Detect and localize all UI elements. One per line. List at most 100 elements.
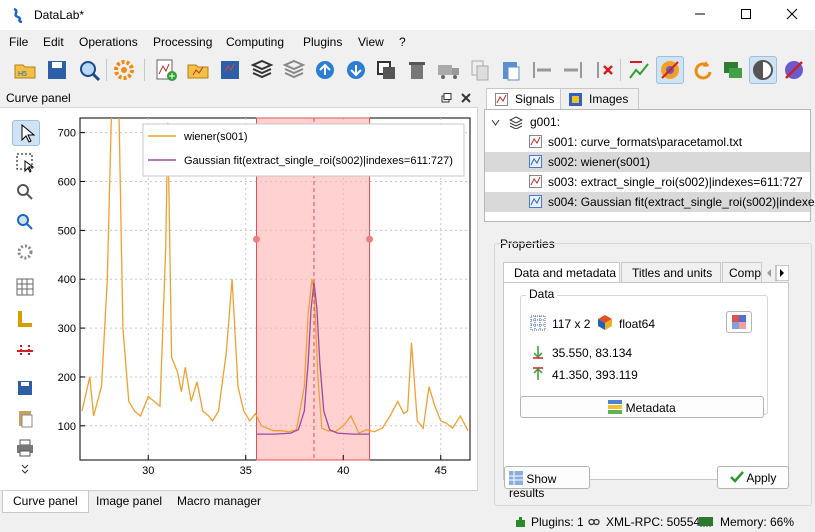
show-results-button[interactable]: Show results: [504, 466, 590, 500]
roi-handle-right[interactable]: [366, 235, 374, 243]
tab-scroll-arrows[interactable]: [763, 265, 789, 281]
refresh-button[interactable]: [688, 56, 716, 84]
plot-area[interactable]: 30 35 40 45 100 200 300 400 500 600 700 wiener(s00…: [48, 110, 474, 488]
tab-data-metadata[interactable]: Data and metadata: [503, 262, 620, 283]
tree-item-s001[interactable]: s001: curve_formats\paracetamol.txt: [485, 132, 810, 152]
tab-macro-manager[interactable]: Macro manager: [167, 491, 271, 513]
array-shape-icon: [530, 315, 546, 331]
import-layers-button[interactable]: [248, 56, 276, 84]
label-icon: [724, 62, 742, 78]
menu-help[interactable]: ?: [399, 35, 406, 49]
print-button[interactable]: [12, 436, 40, 462]
min-value: 35.550, 83.134: [552, 346, 633, 360]
apply-button[interactable]: Apply: [717, 466, 789, 489]
tree-item-s004[interactable]: s004: Gaussian fit(extract_single_roi(s0…: [485, 192, 815, 212]
magnifier-icon: [80, 61, 101, 82]
zoom-fit-button[interactable]: [12, 210, 40, 236]
grid-button[interactable]: [12, 275, 40, 301]
metadata-icon: [608, 400, 623, 414]
tree-item-s003[interactable]: s003: extract_single_roi(s002)|indexes=6…: [485, 172, 810, 192]
tab-titles-units-label: Titles and units: [632, 266, 713, 280]
save-plot-button[interactable]: [12, 376, 40, 402]
new-signal-button[interactable]: [152, 56, 180, 84]
tab-titles-units[interactable]: Titles and units: [621, 262, 721, 283]
delete-button[interactable]: [403, 56, 431, 84]
move-up-button[interactable]: [311, 56, 339, 84]
menu-plugins[interactable]: Plugins: [303, 35, 342, 49]
signal-tree[interactable]: g001: s001: curve_formats\paracetamol.tx…: [484, 109, 815, 222]
auto-refresh-toggle[interactable]: [656, 56, 684, 84]
save-signal-button[interactable]: [216, 56, 244, 84]
tab-curve-panel[interactable]: Curve panel: [2, 491, 89, 513]
open-h5-button[interactable]: H5: [11, 56, 39, 84]
select-tool-button[interactable]: [12, 120, 40, 146]
remove-results-button[interactable]: [780, 56, 808, 84]
tab-computing-label: Compu: [729, 266, 762, 280]
browse-h5-button[interactable]: [75, 56, 103, 84]
copy-titles-button[interactable]: [528, 56, 556, 84]
results-table-icon: [509, 471, 523, 485]
close-button[interactable]: [769, 0, 815, 30]
save-h5-button[interactable]: [43, 56, 71, 84]
arrow-up-icon: [316, 61, 334, 79]
tab-image-panel[interactable]: Image panel: [86, 491, 172, 513]
max-value: 41.350, 393.119: [552, 368, 638, 382]
copy-metadata-button[interactable]: [466, 56, 494, 84]
more-tools-button[interactable]: [12, 462, 40, 478]
layers-icon: [250, 59, 274, 79]
paste-titles-button[interactable]: [559, 56, 587, 84]
zoom-tool-button[interactable]: [12, 180, 40, 206]
save-signal-icon: [221, 61, 239, 79]
menu-edit[interactable]: Edit: [43, 35, 64, 49]
settings-button[interactable]: [110, 56, 138, 84]
paste-metadata-button[interactable]: [497, 56, 525, 84]
menu-file[interactable]: File: [9, 35, 28, 49]
menu-computing[interactable]: Computing: [226, 35, 284, 49]
link-icon: [588, 518, 600, 526]
no-results-icon: [785, 61, 803, 79]
chevron-down-icon: [21, 464, 29, 474]
memory-status: Memory: 66%: [720, 515, 795, 529]
tree-item-s002[interactable]: s002: wiener(s001): [485, 152, 810, 172]
menu-operations[interactable]: Operations: [79, 35, 138, 49]
tab-computing[interactable]: Compu: [722, 262, 762, 283]
show-first-only-toggle[interactable]: [749, 56, 777, 84]
transfer-button[interactable]: [435, 56, 463, 84]
curve-panel-header: Curve panel: [0, 88, 478, 108]
delete-titles-button[interactable]: [590, 56, 618, 84]
maximize-icon: [741, 9, 751, 19]
properties-panel: Data and metadata Titles and units Compu…: [494, 243, 812, 506]
maximize-button[interactable]: [723, 0, 769, 30]
cursor-tool-button[interactable]: [12, 339, 40, 365]
menu-view[interactable]: View: [358, 35, 384, 49]
rect-zoom-tool-button[interactable]: [12, 150, 40, 176]
duplicate-button[interactable]: [372, 56, 400, 84]
tree-group-row[interactable]: g001:: [485, 112, 810, 132]
minimize-button[interactable]: [677, 0, 723, 30]
annotations-button[interactable]: [625, 56, 653, 84]
tab-signals[interactable]: Signals: [486, 88, 566, 110]
menu-processing[interactable]: Processing: [153, 35, 212, 49]
copy-plot-button[interactable]: [12, 406, 40, 432]
export-layers-button[interactable]: [280, 56, 308, 84]
signal-item-icon: [529, 155, 542, 168]
close-icon: [786, 8, 798, 20]
plot-tools-sidebar: [6, 118, 46, 488]
roi-handle-left[interactable]: [252, 235, 260, 243]
open-signal-button[interactable]: [184, 56, 212, 84]
legend-label-wiener: wiener(s001): [183, 131, 248, 143]
chevron-left-icon[interactable]: [767, 269, 771, 277]
view-array-button[interactable]: [726, 311, 752, 333]
axes-button[interactable]: [12, 307, 40, 333]
plot-settings-button[interactable]: [12, 240, 40, 266]
metadata-button[interactable]: Metadata: [520, 396, 764, 418]
y-tick-label: 400: [58, 274, 76, 286]
status-bar: Plugins: 1 XML-RPC: 50554 Memory: 66%: [482, 512, 815, 532]
float-panel-icon[interactable]: [440, 92, 452, 104]
close-panel-icon[interactable]: [460, 92, 472, 104]
tab-images[interactable]: Images: [560, 88, 640, 110]
show-labels-button[interactable]: [719, 56, 747, 84]
collapse-arrow-icon[interactable]: [491, 118, 500, 127]
signal-item-icon: [529, 175, 542, 188]
move-down-button[interactable]: [342, 56, 370, 84]
